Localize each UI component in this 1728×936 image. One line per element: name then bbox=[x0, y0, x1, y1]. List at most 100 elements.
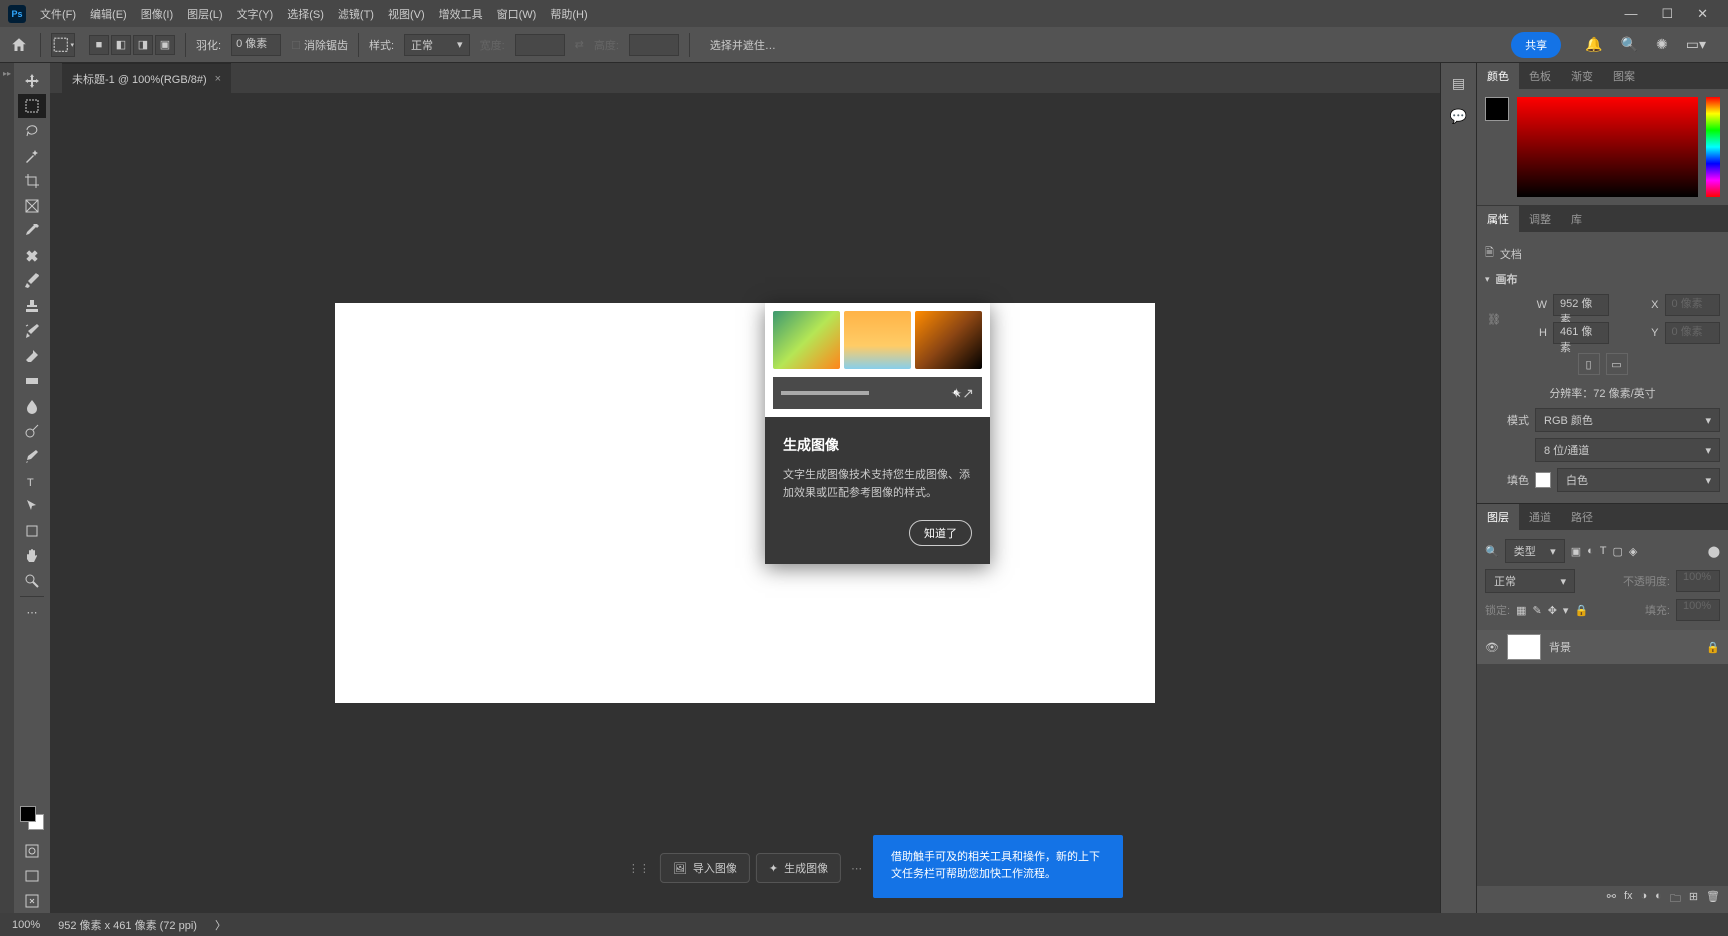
select-mask-button[interactable]: 选择并遮住… bbox=[700, 37, 786, 53]
fill-swatch[interactable] bbox=[1535, 472, 1551, 488]
lock-icon[interactable]: 🔒 bbox=[1706, 641, 1720, 654]
layer-filter[interactable]: 类型▾ bbox=[1505, 539, 1565, 563]
search-icon[interactable]: 🔍 bbox=[1621, 36, 1638, 53]
fill-select[interactable]: 白色▾ bbox=[1557, 468, 1720, 492]
marquee-tool[interactable] bbox=[18, 94, 46, 118]
wand-tool[interactable] bbox=[18, 144, 46, 168]
landscape-icon[interactable]: ▭ bbox=[1606, 353, 1628, 375]
sub-selection-icon[interactable]: ◨ bbox=[133, 35, 153, 55]
status-chevron-icon[interactable]: 〉 bbox=[215, 917, 226, 933]
new-layer-icon[interactable]: ⊞ bbox=[1689, 890, 1698, 909]
dodge-tool[interactable] bbox=[18, 419, 46, 443]
menu-select[interactable]: 选择(S) bbox=[287, 6, 324, 22]
filter-smart-icon[interactable]: ◈ bbox=[1629, 545, 1637, 558]
thumb-3[interactable] bbox=[915, 311, 982, 369]
portrait-icon[interactable]: ▯ bbox=[1578, 353, 1600, 375]
marquee-tool-icon[interactable]: ▾ bbox=[51, 33, 75, 57]
menu-view[interactable]: 视图(V) bbox=[388, 6, 425, 22]
maximize-icon[interactable]: ☐ bbox=[1661, 6, 1673, 22]
edit-toolbar-icon[interactable]: ⋯ bbox=[18, 600, 46, 624]
fx-icon[interactable]: fx bbox=[1624, 890, 1633, 909]
menu-help[interactable]: 帮助(H) bbox=[550, 6, 587, 22]
layer-thumbnail[interactable] bbox=[1507, 634, 1541, 660]
tab-paths[interactable]: 路径 bbox=[1561, 504, 1603, 530]
screenmode-tool-icon[interactable] bbox=[18, 864, 46, 888]
delete-icon[interactable]: 🗑 bbox=[1706, 890, 1720, 909]
collapsed-icon-1[interactable]: ▤ bbox=[1452, 75, 1465, 92]
tab-swatches[interactable]: 色板 bbox=[1519, 63, 1561, 89]
popup-ok-button[interactable]: 知道了 bbox=[909, 520, 972, 546]
screenmode-icon[interactable]: ▭▾ bbox=[1686, 36, 1706, 53]
thumb-1[interactable] bbox=[773, 311, 840, 369]
collapsed-icon-2[interactable]: 💬 bbox=[1450, 108, 1467, 125]
import-image-button[interactable]: 🖼导入图像 bbox=[660, 853, 750, 883]
share-button[interactable]: 共享 bbox=[1511, 32, 1561, 58]
visibility-icon[interactable]: 👁 bbox=[1485, 641, 1499, 654]
tab-adjustments[interactable]: 调整 bbox=[1519, 206, 1561, 232]
layer-background[interactable]: 👁 背景 🔒 bbox=[1477, 630, 1728, 664]
bell-icon[interactable]: 🔔 bbox=[1585, 36, 1602, 53]
tab-patterns[interactable]: 图案 bbox=[1603, 63, 1645, 89]
move-tool[interactable] bbox=[18, 69, 46, 93]
canvas-area[interactable]: ✦↗↖ 生成图像 文字生成图像技术支持您生成图像、添加效果或匹配参考图像的样式。… bbox=[50, 93, 1440, 913]
adjustment-icon[interactable]: ◐ bbox=[1655, 890, 1662, 909]
shape-tool[interactable] bbox=[18, 519, 46, 543]
menu-filter[interactable]: 滤镜(T) bbox=[338, 6, 374, 22]
height-field[interactable]: 461 像素 bbox=[1553, 322, 1609, 344]
type-tool[interactable]: T bbox=[18, 469, 46, 493]
lock-nest-icon[interactable]: ▾ bbox=[1563, 604, 1569, 617]
color-swatches[interactable] bbox=[20, 806, 44, 830]
color-fg-swatch[interactable] bbox=[1485, 97, 1509, 121]
link-icon[interactable]: ⛓ bbox=[1485, 313, 1503, 326]
stamp-tool[interactable] bbox=[18, 294, 46, 318]
menu-plugins[interactable]: 增效工具 bbox=[439, 6, 483, 22]
lock-trans-icon[interactable]: ▦ bbox=[1516, 604, 1526, 617]
home-icon[interactable] bbox=[8, 34, 30, 56]
depth-select[interactable]: 8 位/通道▾ bbox=[1535, 438, 1720, 462]
healing-tool[interactable] bbox=[18, 244, 46, 268]
brush-tool[interactable] bbox=[18, 269, 46, 293]
lock-paint-icon[interactable]: ✎ bbox=[1532, 604, 1541, 617]
filter-toggle-icon[interactable]: ⬤ bbox=[1708, 545, 1720, 558]
mask-icon[interactable]: ◑ bbox=[1641, 890, 1648, 909]
tab-gradients[interactable]: 渐变 bbox=[1561, 63, 1603, 89]
add-selection-icon[interactable]: ◧ bbox=[111, 35, 131, 55]
menu-type[interactable]: 文字(Y) bbox=[237, 6, 274, 22]
tab-close-icon[interactable]: × bbox=[215, 73, 221, 85]
thumb-2[interactable] bbox=[844, 311, 911, 369]
document-tab[interactable]: 未标题-1 @ 100%(RGB/8#) × bbox=[62, 63, 231, 93]
lock-pos-icon[interactable]: ✥ bbox=[1548, 604, 1557, 617]
menu-image[interactable]: 图像(I) bbox=[141, 6, 173, 22]
intersect-selection-icon[interactable]: ▣ bbox=[155, 35, 175, 55]
lasso-tool[interactable] bbox=[18, 119, 46, 143]
tab-channels[interactable]: 通道 bbox=[1519, 504, 1561, 530]
canvas-section[interactable]: ▾画布 bbox=[1485, 267, 1720, 291]
filter-type-icon[interactable]: T bbox=[1600, 545, 1607, 557]
lock-all-icon[interactable]: 🔒 bbox=[1574, 604, 1588, 617]
quickmask-icon[interactable] bbox=[18, 839, 46, 863]
new-selection-icon[interactable]: ■ bbox=[89, 35, 109, 55]
layer-name[interactable]: 背景 bbox=[1549, 639, 1571, 655]
crop-tool[interactable] bbox=[18, 169, 46, 193]
feather-input[interactable]: 0 像素 bbox=[231, 34, 281, 56]
expand-left-icon[interactable]: ▸▸ bbox=[3, 69, 11, 78]
eraser-tool[interactable] bbox=[18, 344, 46, 368]
link-layers-icon[interactable]: ⚯ bbox=[1607, 890, 1616, 909]
group-icon[interactable]: 🗀 bbox=[1670, 890, 1681, 909]
menu-edit[interactable]: 编辑(E) bbox=[90, 6, 127, 22]
canvas[interactable]: ✦↗↖ 生成图像 文字生成图像技术支持您生成图像、添加效果或匹配参考图像的样式。… bbox=[335, 303, 1155, 703]
gradient-tool[interactable] bbox=[18, 369, 46, 393]
style-select[interactable]: 正常▾ bbox=[404, 34, 470, 56]
generate-icon[interactable]: ✦↗↖ bbox=[951, 385, 974, 402]
pen-tool[interactable] bbox=[18, 444, 46, 468]
ai-tool-icon[interactable] bbox=[18, 889, 46, 913]
menu-window[interactable]: 窗口(W) bbox=[497, 6, 537, 22]
blur-tool[interactable] bbox=[18, 394, 46, 418]
taskbar-grip-icon[interactable]: ⋮⋮ bbox=[624, 862, 654, 875]
frame-tool[interactable] bbox=[18, 194, 46, 218]
width-field[interactable]: 952 像素 bbox=[1553, 294, 1609, 316]
filter-img-icon[interactable]: ▣ bbox=[1571, 545, 1581, 558]
mode-select[interactable]: RGB 颜色▾ bbox=[1535, 408, 1720, 432]
zoom-tool[interactable] bbox=[18, 569, 46, 593]
hand-tool[interactable] bbox=[18, 544, 46, 568]
